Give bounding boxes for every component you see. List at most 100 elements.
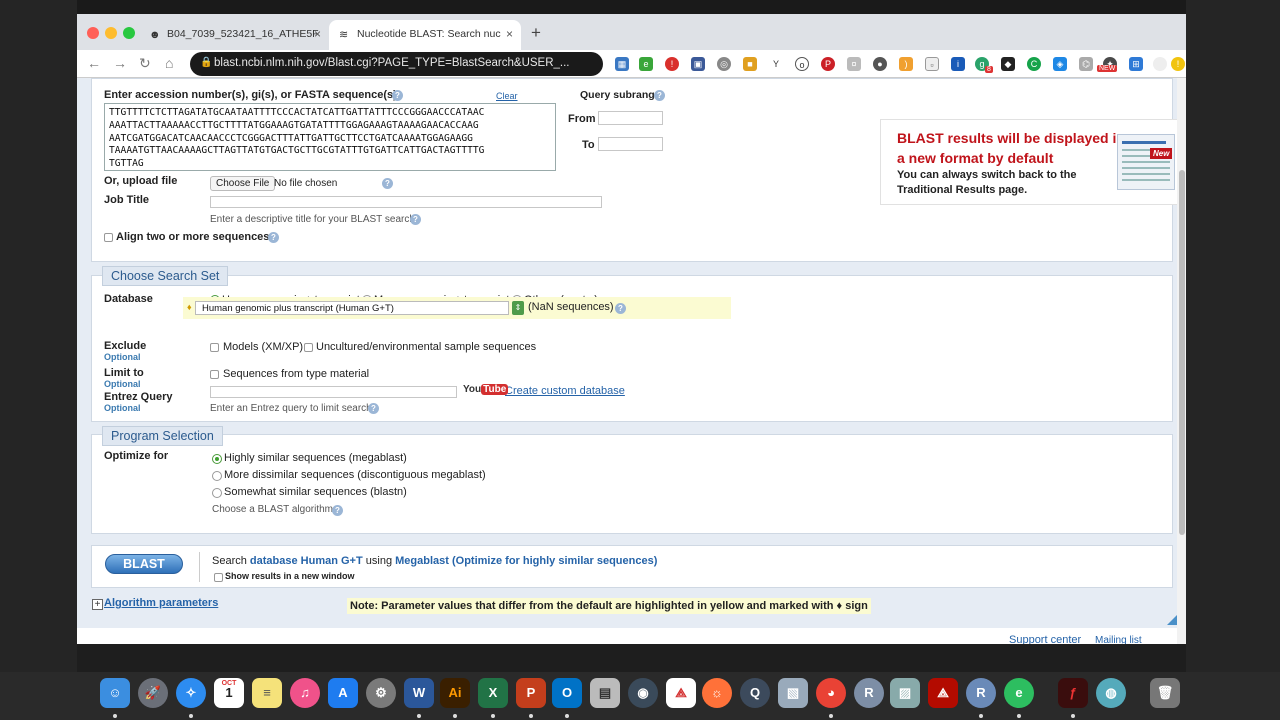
expand-icon[interactable]: + [92, 599, 103, 610]
tab-inactive[interactable]: ☻ B04_7039_523421_16_ATHE5F × [139, 20, 329, 50]
zoom-window-button[interactable] [123, 27, 135, 39]
database-summary-link[interactable]: database Human G+T [250, 555, 363, 567]
firefox-icon[interactable]: ☼ [702, 678, 732, 708]
help-icon[interactable]: ? [382, 178, 393, 189]
help-icon[interactable]: ? [410, 214, 421, 225]
algo-hint: Choose a BLAST algorithm [212, 504, 333, 515]
optimize-label: Optimize for [104, 450, 169, 462]
launchpad-icon[interactable]: 🚀 [138, 678, 168, 708]
excel-icon[interactable]: X [478, 678, 508, 708]
sequence-input[interactable]: TTGTTTTCTCTTAGATATGCAATAATTTTCCCACTATCAT… [104, 103, 556, 171]
algorithm-params-link[interactable]: Algorithm parameters [104, 597, 218, 609]
align-two-checkbox[interactable] [104, 233, 113, 242]
pinterest-icon[interactable]: P [821, 57, 835, 71]
rstudio-icon[interactable]: R [966, 678, 996, 708]
reload-icon[interactable]: ↻ [139, 56, 151, 70]
extension-icon[interactable]: ▦ [615, 57, 629, 71]
extension-icon[interactable]: ▫ [925, 57, 939, 71]
support-center-link[interactable]: Support center [1009, 634, 1081, 644]
close-icon[interactable]: × [314, 27, 321, 41]
extension-icon[interactable]: C [1027, 57, 1041, 71]
help-icon[interactable]: ? [332, 505, 343, 516]
rss-icon[interactable]: ) [899, 57, 913, 71]
extension-icon[interactable]: ⊞ [1129, 57, 1143, 71]
url-field[interactable]: 🔒 blast.ncbi.nlm.nih.gov/Blast.cgi?PAGE_… [190, 52, 603, 76]
mailing-list-link[interactable]: Mailing list [1095, 635, 1142, 644]
close-icon[interactable]: × [506, 27, 513, 41]
database-select[interactable]: Human genomic plus transcript (Human G+T… [195, 301, 509, 315]
extension-icon[interactable]: ◆ [1001, 57, 1015, 71]
job-title-input[interactable] [210, 196, 602, 208]
exclude-models-checkbox[interactable] [210, 343, 219, 352]
program-summary-link[interactable]: Megablast (Optimize for highly similar s… [395, 555, 657, 567]
from-input[interactable] [598, 111, 663, 125]
extension-icon[interactable]: Y [769, 57, 783, 71]
finder-icon[interactable]: ☺ [100, 678, 130, 708]
forward-icon[interactable]: → [113, 56, 127, 70]
tab-active[interactable]: ≋ Nucleotide BLAST: Search nuc × [329, 20, 521, 50]
powerpoint-icon[interactable]: P [516, 678, 546, 708]
clear-link[interactable]: Clear [496, 91, 518, 101]
system-preferences-icon[interactable]: ⚙ [366, 678, 396, 708]
music-icon[interactable]: ♫ [290, 678, 320, 708]
flash-icon[interactable]: ƒ [1058, 678, 1088, 708]
disk-utility-icon[interactable]: ◍ [1096, 678, 1126, 708]
photos-icon[interactable]: ▨ [890, 678, 920, 708]
youtube-icon[interactable]: You Tube [461, 384, 510, 398]
acrobat-icon[interactable]: ⟁ [666, 678, 696, 708]
profile-icon[interactable] [1153, 57, 1167, 71]
help-icon[interactable]: ? [268, 232, 279, 243]
numbers-icon[interactable]: ▤ [590, 678, 620, 708]
extension-icon[interactable]: ¤ [847, 57, 861, 71]
calendar-icon[interactable]: OCT 1 [214, 678, 244, 708]
word-icon[interactable]: W [404, 678, 434, 708]
running-indicator [491, 714, 495, 718]
extension-icon[interactable]: ! [1171, 57, 1185, 71]
megablast-radio[interactable] [212, 454, 222, 464]
help-icon[interactable]: ? [368, 403, 379, 414]
dc-megablast-radio[interactable] [212, 471, 222, 481]
illustrator-icon[interactable]: Ai [440, 678, 470, 708]
adblock-icon[interactable]: ! [665, 57, 679, 71]
scrollbar-thumb[interactable] [1179, 170, 1185, 535]
chrome-icon[interactable]: ◕ [816, 678, 846, 708]
preview-icon[interactable]: ▧ [778, 678, 808, 708]
acrobat-pro-icon[interactable]: ⟁ [928, 678, 958, 708]
info-icon[interactable]: i [951, 57, 965, 71]
new-window-checkbox[interactable] [214, 573, 223, 582]
extension-icon[interactable]: ◎ [717, 57, 731, 71]
chevron-updown-icon[interactable]: ⇕ [512, 301, 524, 315]
to-input[interactable] [598, 137, 663, 151]
extension-icon[interactable]: ▣ [691, 57, 705, 71]
quicktime-icon[interactable]: Q [740, 678, 770, 708]
evernote-icon[interactable]: e [1004, 678, 1034, 708]
notes-icon[interactable]: ≡ [252, 678, 282, 708]
home-icon[interactable]: ⌂ [165, 56, 173, 70]
trash-icon[interactable]: 🗑 [1150, 678, 1180, 708]
app-store-icon[interactable]: A [328, 678, 358, 708]
blast-submit-button[interactable]: BLAST [105, 554, 183, 574]
exclude-uncultured-checkbox[interactable] [304, 343, 313, 352]
choose-file-button[interactable]: Choose File [210, 176, 276, 191]
capture-icon[interactable]: ◉ [628, 678, 658, 708]
close-window-button[interactable] [87, 27, 99, 39]
safari-icon[interactable]: ✧ [176, 678, 206, 708]
entrez-input[interactable] [210, 386, 457, 398]
help-icon[interactable]: ? [615, 303, 626, 314]
r-icon[interactable]: R [854, 678, 884, 708]
extension-icon[interactable]: o [795, 57, 809, 71]
minimize-window-button[interactable] [105, 27, 117, 39]
type-material-checkbox[interactable] [210, 370, 219, 379]
extension-icon[interactable]: ■ [743, 57, 757, 71]
evernote-icon[interactable]: e [639, 57, 653, 71]
extension-icon[interactable]: ⌬ [1079, 57, 1093, 71]
blastn-radio[interactable] [212, 488, 222, 498]
extension-icon[interactable]: ● [873, 57, 887, 71]
extension-icon[interactable]: ◈ [1053, 57, 1067, 71]
create-custom-db-link[interactable]: Create custom database [505, 385, 625, 397]
help-icon[interactable]: ? [654, 90, 665, 101]
help-icon[interactable]: ? [392, 90, 403, 101]
back-icon[interactable]: ← [87, 56, 101, 70]
new-tab-button[interactable]: + [531, 24, 541, 41]
outlook-icon[interactable]: O [552, 678, 582, 708]
